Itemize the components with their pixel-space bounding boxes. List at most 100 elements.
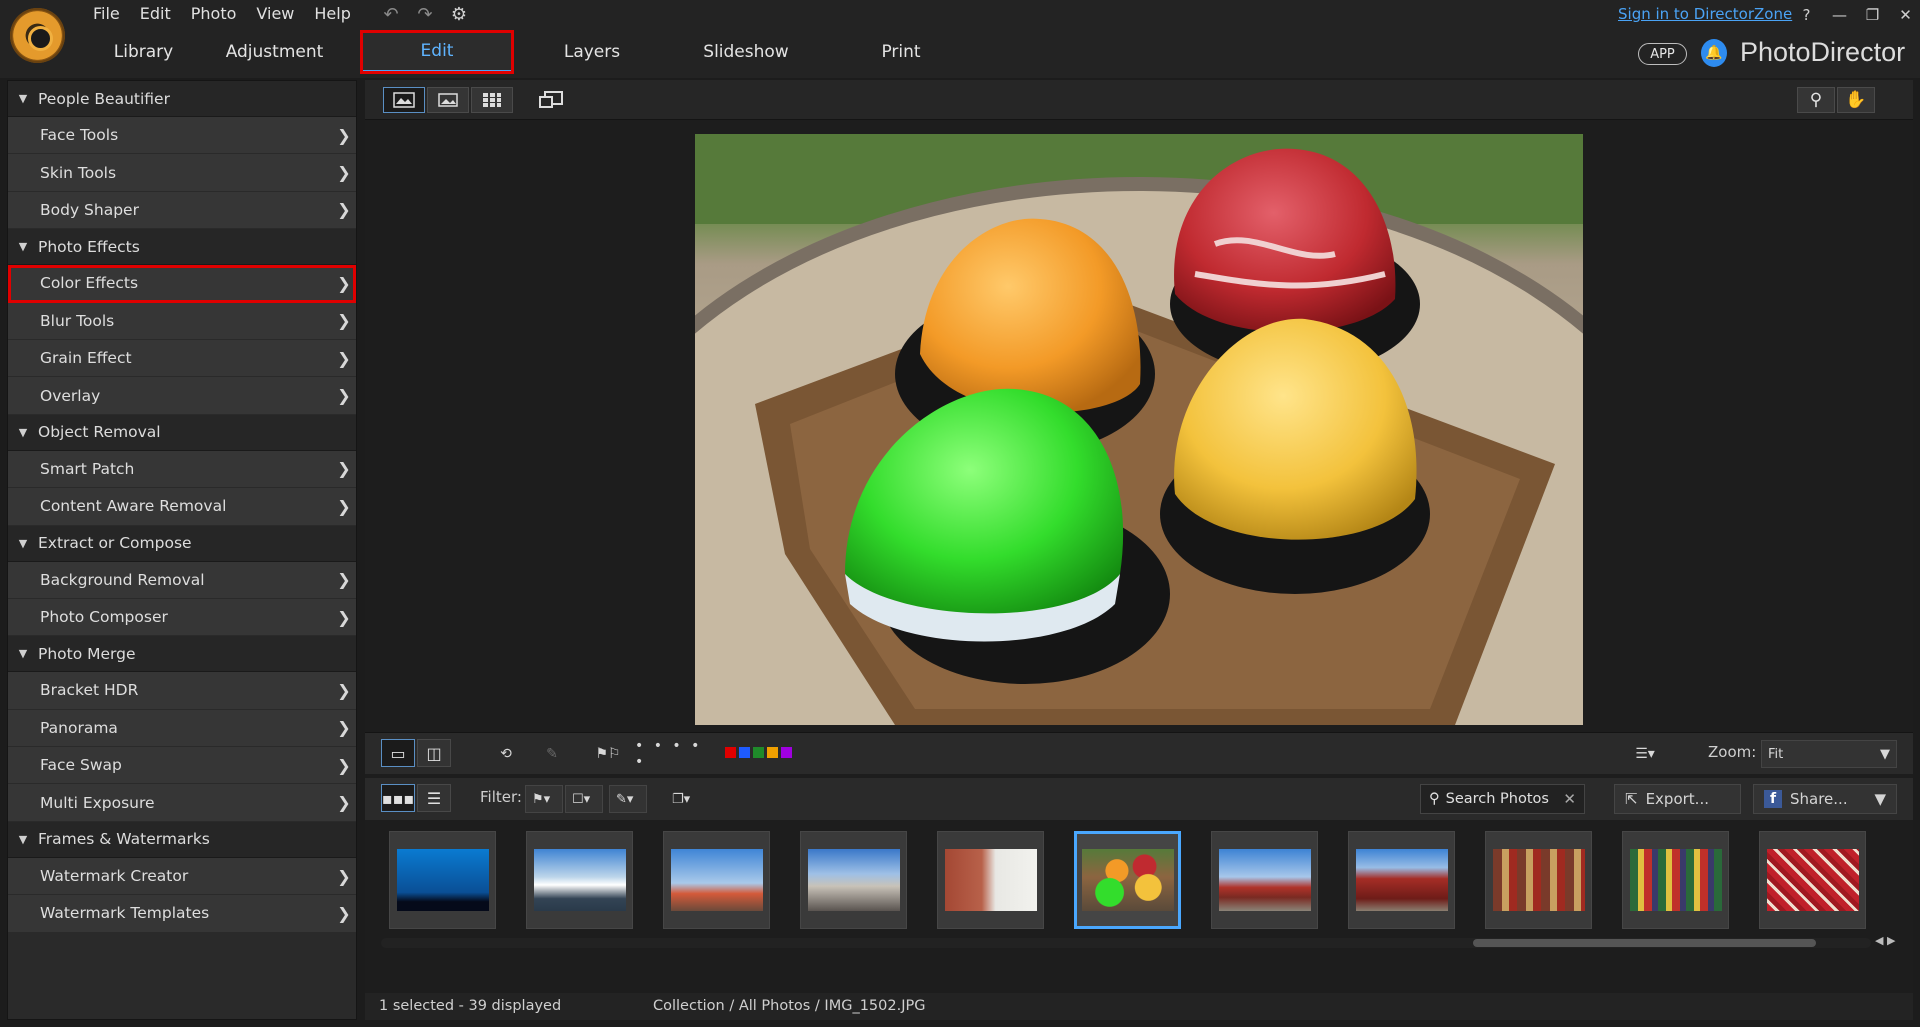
sidebar-item-watermark-creator[interactable]: Watermark Creator ❯: [8, 857, 356, 896]
settings-gear-icon[interactable]: ⚙: [448, 3, 470, 25]
section-header[interactable]: ▼ Photo Effects: [8, 229, 356, 266]
rotate-button[interactable]: ⟲: [491, 741, 521, 767]
magnifier-icon: ⚲: [1809, 90, 1823, 110]
close-icon[interactable]: ✕: [1889, 2, 1920, 28]
section-header[interactable]: ▼ Frames & Watermarks: [8, 821, 356, 858]
sort-button[interactable]: ☰▾: [1627, 741, 1663, 767]
export-button[interactable]: ⇱ Export...: [1614, 784, 1741, 814]
collapse-triangle-icon[interactable]: ▼: [8, 426, 38, 439]
star-rating[interactable]: • • • • •: [635, 738, 710, 770]
zoom-tool-button[interactable]: ⚲: [1797, 87, 1835, 113]
section-header[interactable]: ▼ People Beautifier: [8, 81, 356, 117]
color-label-blue[interactable]: [739, 747, 750, 758]
tab-edit[interactable]: Edit: [360, 30, 514, 74]
thumbnail[interactable]: [1759, 831, 1866, 929]
sidebar-item-background-removal[interactable]: Background Removal ❯: [8, 561, 356, 599]
thumbnail[interactable]: [937, 831, 1044, 929]
list-view-button[interactable]: ☰: [417, 784, 451, 812]
stack-dropdown[interactable]: ❐▾: [665, 785, 701, 813]
section-header[interactable]: ▼ Photo Merge: [8, 636, 356, 673]
chevron-right-icon: ❯: [337, 793, 351, 813]
edit-filter-dropdown[interactable]: ✎▾: [609, 785, 647, 813]
notification-bell-icon[interactable]: 🔔: [1701, 39, 1727, 67]
label-filter-dropdown[interactable]: ☐▾: [565, 785, 603, 813]
menu-photo[interactable]: Photo: [181, 2, 247, 26]
search-photos-field[interactable]: ⚲ Search Photos ✕: [1420, 784, 1585, 814]
filmstrip-scrollbar-thumb[interactable]: [1473, 939, 1816, 947]
redo-icon[interactable]: ↷: [414, 3, 436, 25]
signin-link[interactable]: Sign in to DirectorZone: [1618, 5, 1792, 23]
restore-icon[interactable]: ❐: [1856, 2, 1889, 28]
thumbnail[interactable]: [1622, 831, 1729, 929]
scroll-arrows-icon[interactable]: ◀ ▶: [1875, 934, 1895, 947]
color-label-red[interactable]: [725, 747, 736, 758]
menu-help[interactable]: Help: [304, 2, 360, 26]
pan-tool-button[interactable]: ✋: [1837, 87, 1875, 113]
browser-toolbar: ▪▪▪ ☰ Filter: ⚑▾ ☐▾ ✎▾ ❐▾ ⚲ Search Photo…: [365, 778, 1913, 820]
thumbnail[interactable]: [526, 831, 633, 929]
single-compare-button[interactable]: ▭: [381, 739, 415, 767]
thumbnail[interactable]: [800, 831, 907, 929]
sidebar-item-photo-composer[interactable]: Photo Composer ❯: [8, 598, 356, 637]
tab-library[interactable]: Library: [85, 32, 202, 72]
edit-pen-button[interactable]: ✎: [537, 741, 567, 767]
color-label-yellow[interactable]: [767, 747, 778, 758]
viewer-single-view-button[interactable]: [427, 87, 469, 113]
sidebar-item-grain-effect[interactable]: Grain Effect ❯: [8, 339, 356, 378]
collapse-triangle-icon[interactable]: ▼: [8, 240, 38, 253]
sidebar-item-smart-patch[interactable]: Smart Patch ❯: [8, 450, 356, 489]
tab-adjustment[interactable]: Adjustment: [202, 32, 347, 72]
sidebar-item-face-tools[interactable]: Face Tools ❯: [8, 117, 356, 155]
chevron-down-icon[interactable]: ▼: [1874, 790, 1886, 808]
sidebar-item-blur-tools[interactable]: Blur Tools ❯: [8, 302, 356, 340]
undo-icon[interactable]: ↶: [380, 3, 402, 25]
collapse-triangle-icon[interactable]: ▼: [8, 537, 38, 550]
section-header[interactable]: ▼ Extract or Compose: [8, 525, 356, 562]
sidebar-item-face-swap[interactable]: Face Swap ❯: [8, 747, 356, 785]
sidebar-item-skin-tools[interactable]: Skin Tools ❯: [8, 154, 356, 192]
minimize-icon[interactable]: —: [1823, 2, 1856, 28]
menu-edit[interactable]: Edit: [130, 2, 181, 26]
second-display-button[interactable]: [530, 87, 572, 113]
thumbnail[interactable]: [663, 831, 770, 929]
sidebar-item-overlay[interactable]: Overlay ❯: [8, 377, 356, 415]
tab-layers[interactable]: Layers: [512, 32, 672, 72]
collapse-triangle-icon[interactable]: ▼: [8, 647, 38, 660]
menu-file[interactable]: File: [83, 2, 130, 26]
thumbnail[interactable]: [1348, 831, 1455, 929]
clear-search-icon[interactable]: ✕: [1563, 790, 1576, 808]
sidebar-item-bracket-hdr[interactable]: Bracket HDR ❯: [8, 672, 356, 710]
grid-view-button[interactable]: [471, 87, 513, 113]
color-label-green[interactable]: [753, 747, 764, 758]
main-photo[interactable]: [695, 134, 1583, 725]
collapse-triangle-icon[interactable]: ▼: [8, 92, 38, 105]
thumbnail-selected[interactable]: [1074, 831, 1181, 929]
chevron-right-icon: ❯: [337, 718, 351, 738]
share-button[interactable]: f Share... ▼: [1753, 784, 1897, 814]
sidebar-item-multi-exposure[interactable]: Multi Exposure ❯: [8, 784, 356, 822]
flag-button[interactable]: ⚑⚐: [591, 741, 625, 767]
tab-print[interactable]: Print: [820, 32, 982, 72]
sidebar-item-color-effects[interactable]: Color Effects ❯: [8, 265, 356, 303]
photo-toolbar: ▭ ◫ ⟲ ✎ ⚑⚐ • • • • • ☰▾ Zoom: Fit ▼: [365, 732, 1913, 774]
thumbnail[interactable]: [1211, 831, 1318, 929]
color-label-purple[interactable]: [781, 747, 792, 758]
viewer-filmstrip-view-button[interactable]: [383, 87, 425, 113]
sidebar-item-content-aware-removal[interactable]: Content Aware Removal ❯: [8, 488, 356, 526]
thumbnail[interactable]: [1485, 831, 1592, 929]
thumbnail[interactable]: [389, 831, 496, 929]
sidebar-item-panorama[interactable]: Panorama ❯: [8, 709, 356, 748]
compare-view-button[interactable]: ◫: [417, 739, 451, 767]
sidebar-item-watermark-templates[interactable]: Watermark Templates ❯: [8, 895, 356, 933]
section-header[interactable]: ▼ Object Removal: [8, 414, 356, 451]
help-icon[interactable]: ?: [1790, 2, 1823, 28]
zoom-dropdown[interactable]: Fit ▼: [1761, 740, 1897, 768]
flag-filter-dropdown[interactable]: ⚑▾: [525, 785, 563, 813]
section-title: Photo Effects: [38, 237, 140, 256]
menu-view[interactable]: View: [246, 2, 304, 26]
app-badge-button[interactable]: APP: [1638, 43, 1687, 65]
thumbnail-view-button[interactable]: ▪▪▪: [381, 784, 415, 812]
tab-slideshow[interactable]: Slideshow: [672, 32, 820, 72]
sidebar-item-body-shaper[interactable]: Body Shaper ❯: [8, 191, 356, 230]
collapse-triangle-icon[interactable]: ▼: [8, 833, 38, 846]
